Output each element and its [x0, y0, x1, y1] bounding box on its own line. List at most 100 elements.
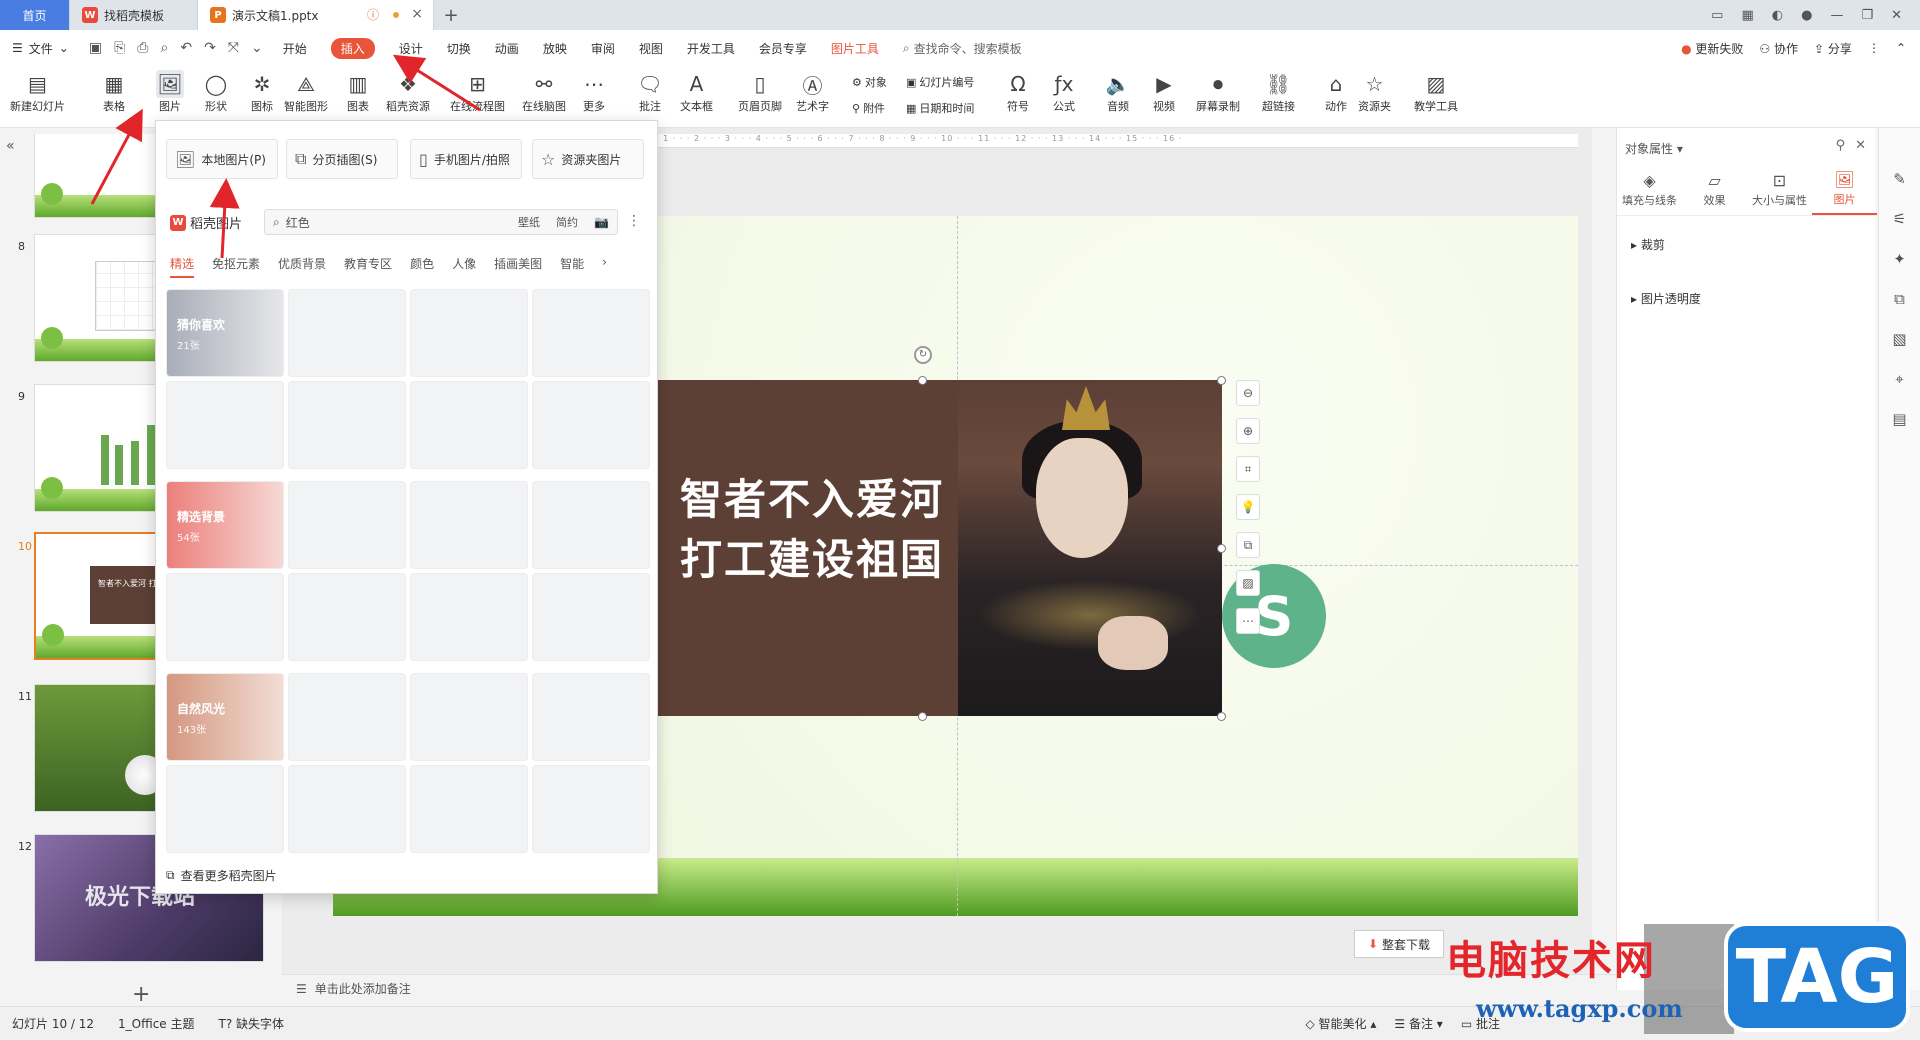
tab-home[interactable]: 首页 [0, 0, 70, 30]
object-button[interactable]: ⚙ 对象 [852, 74, 887, 90]
category-cutout[interactable]: 免抠元素 [212, 255, 260, 278]
menu-review[interactable]: 审阅 [579, 30, 627, 66]
book-icon[interactable]: ▤ [1892, 410, 1906, 428]
see-more-pictures-link[interactable]: ⧉ 查看更多稻壳图片 [166, 867, 277, 884]
resize-handle-bottom-right[interactable] [1217, 712, 1226, 721]
apps-grid-icon[interactable]: ▦ [1741, 8, 1753, 23]
picture-thumb[interactable] [288, 481, 406, 569]
slide-number-button[interactable]: ▣ 幻灯片编号 [906, 74, 974, 90]
textbox-button[interactable]: A 文本框 [680, 70, 713, 114]
collaborate-button[interactable]: ⚇ 协作 [1759, 40, 1798, 57]
menu-view[interactable]: 视图 [627, 30, 675, 66]
tab-effects[interactable]: ▱ 效果 [1682, 164, 1747, 215]
format-painter-icon[interactable]: ⤧ [228, 40, 239, 56]
zoom-in-icon[interactable]: ⊕ [1236, 418, 1260, 444]
picture-thumb[interactable] [288, 289, 406, 377]
more-button[interactable]: ⋯ 更多 [580, 70, 608, 114]
chart-button[interactable]: ▥ 图表 [344, 70, 372, 114]
search-tag-wallpaper[interactable]: 壁纸 [518, 214, 540, 230]
hyperlink-button[interactable]: ⛓ 超链接 [1262, 70, 1295, 114]
menu-animation[interactable]: 动画 [483, 30, 531, 66]
feature-nature[interactable]: 自然风光 143张 [166, 673, 284, 761]
feature-backgrounds[interactable]: 精选背景 54张 [166, 481, 284, 569]
tab-picture[interactable]: 🖼 图片 [1812, 164, 1877, 215]
category-featured[interactable]: 精选 [170, 255, 195, 278]
notes-toggle-button[interactable]: ☰ 备注 ▾ [1394, 1015, 1442, 1032]
picture-thumb[interactable] [166, 381, 284, 469]
file-menu[interactable]: ☰ 文件 ⌄ [0, 40, 81, 57]
picture-thumb[interactable] [288, 673, 406, 761]
resize-handle-right[interactable] [1217, 544, 1226, 553]
new-tab-icon[interactable]: + [434, 0, 468, 30]
phone-picture-button[interactable]: ▯ 手机图片/拍照 [410, 139, 522, 179]
header-footer-button[interactable]: ▯ 页眉页脚 [738, 70, 782, 114]
tab-size-properties[interactable]: ⊡ 大小与属性 [1747, 164, 1812, 215]
category-education[interactable]: 教育专区 [344, 255, 392, 278]
resource-folder-button[interactable]: ☆ 资源夹 [1358, 70, 1391, 114]
notes-bar[interactable]: ☰ 单击此处添加备注 [282, 974, 1616, 1002]
picture-thumb[interactable] [532, 765, 650, 853]
picture-thumb[interactable] [288, 573, 406, 661]
picture-thumb[interactable] [532, 573, 650, 661]
comment-button[interactable]: 🗨 批注 [636, 70, 664, 114]
menu-picture-tools[interactable]: 图片工具 [819, 30, 891, 66]
section-crop[interactable]: ▸ 裁剪 [1631, 236, 1665, 253]
replace-picture-icon[interactable]: ⧉ [1236, 532, 1260, 558]
icons-button[interactable]: ✲ 图标 [248, 70, 276, 114]
picture-thumb[interactable] [288, 765, 406, 853]
share-button[interactable]: ⇪ 分享 [1814, 40, 1852, 57]
tab-template[interactable]: W 找稻壳模板 [70, 0, 198, 30]
slide-title[interactable]: 智者不入爱河 打工建设祖国 [680, 470, 944, 590]
picture-thumb[interactable] [410, 673, 528, 761]
picture-effects-icon[interactable]: ▨ [1236, 570, 1260, 596]
picture-thumb[interactable] [410, 289, 528, 377]
attachment-button[interactable]: ⚲ 附件 [852, 100, 885, 116]
feature-guess-you-like[interactable]: 猜你喜欢 21张 [166, 289, 284, 377]
formula-button[interactable]: ƒx 公式 [1050, 70, 1078, 114]
panel-title[interactable]: 对象属性 ▾ [1625, 140, 1683, 157]
picture-thumb[interactable] [410, 381, 528, 469]
rotate-handle-icon[interactable]: ↻ [914, 346, 932, 364]
picture-thumb[interactable] [532, 481, 650, 569]
crop-icon[interactable]: ⌗ [1236, 456, 1260, 482]
chevron-down-icon[interactable]: ⌄ [251, 40, 263, 56]
animation-icon[interactable]: ✦ [1893, 250, 1906, 268]
menu-slideshow[interactable]: 放映 [531, 30, 579, 66]
table-button[interactable]: ▦ 表格 [100, 70, 128, 114]
theme-icon[interactable]: ▧ [1892, 330, 1906, 348]
export-icon[interactable]: ⎘ [114, 40, 125, 56]
screen-record-button[interactable]: ⏺ 屏幕录制 [1196, 70, 1240, 114]
local-picture-button[interactable]: 🖼 本地图片(P) [166, 139, 278, 179]
menu-transition[interactable]: 切换 [435, 30, 483, 66]
idea-icon[interactable]: 💡 [1236, 494, 1260, 520]
category-portrait[interactable]: 人像 [452, 255, 476, 278]
shape-button[interactable]: ◯ 形状 [202, 70, 230, 114]
category-color[interactable]: 颜色 [410, 255, 434, 278]
menu-developer[interactable]: 开发工具 [675, 30, 747, 66]
mindmap-button[interactable]: ⚯ 在线脑图 [522, 70, 566, 114]
close-window-icon[interactable]: ✕ [1891, 8, 1902, 23]
chevron-right-icon[interactable]: › [602, 255, 607, 278]
category-smart[interactable]: 智能 [560, 255, 584, 278]
zoom-out-icon[interactable]: ⊖ [1236, 380, 1260, 406]
beautify-button[interactable]: ◇ 智能美化 ▴ [1305, 1015, 1376, 1032]
menu-design[interactable]: 设计 [387, 30, 435, 66]
smart-art-button[interactable]: ⟁ 智能图形 [284, 70, 328, 114]
picture-button[interactable]: 🖼 图片 [156, 70, 184, 114]
warning-icon[interactable]: ⓘ [367, 6, 379, 23]
resize-handle-bottom[interactable] [918, 712, 927, 721]
camera-icon[interactable]: 📷 [594, 215, 609, 229]
skin-icon[interactable]: ◐ [1772, 8, 1783, 23]
location-icon[interactable]: ⌖ [1895, 370, 1903, 388]
tab-document[interactable]: P 演示文稿1.pptx ⓘ × [198, 0, 434, 30]
save-icon[interactable]: ▣ [89, 40, 102, 56]
close-icon[interactable]: ✕ [1855, 138, 1866, 153]
picture-thumb[interactable] [410, 765, 528, 853]
more-icon[interactable]: ⋮ [627, 213, 641, 229]
layout-icon[interactable]: ▭ [1711, 8, 1723, 23]
close-tab-icon[interactable]: × [411, 6, 423, 22]
picture-thumb[interactable] [410, 573, 528, 661]
undo-icon[interactable]: ↶ [180, 40, 192, 56]
resize-handle-top[interactable] [918, 376, 927, 385]
collapse-panel-icon[interactable]: « [6, 138, 15, 154]
